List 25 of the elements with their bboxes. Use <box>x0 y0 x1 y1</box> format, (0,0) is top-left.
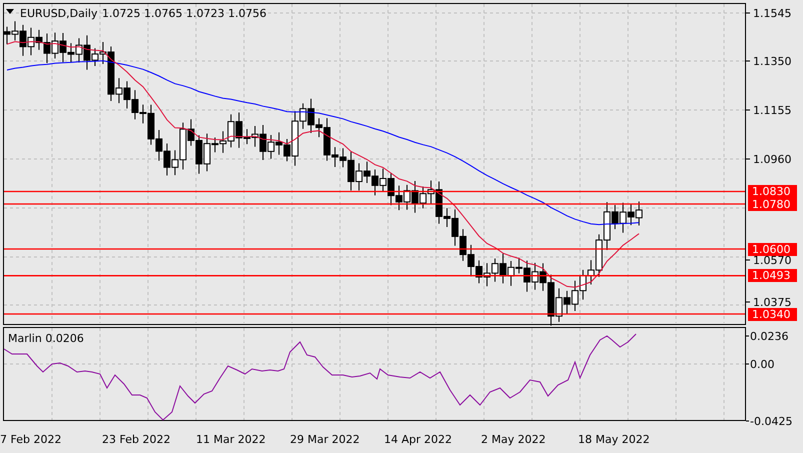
price-tick-label: 1.0570 <box>753 254 792 267</box>
price-tick-label: 1.1545 <box>753 7 792 20</box>
price-level-label: 1.0493 <box>748 269 797 282</box>
price-level-label: 1.0780 <box>748 198 797 211</box>
ohlc-values: 1.0725 1.0765 1.0723 1.0756 <box>102 7 266 20</box>
price-tick-label: 1.1155 <box>753 104 792 117</box>
price-tick-label: 1.0375 <box>753 296 792 309</box>
date-label: 18 May 2022 <box>578 433 650 446</box>
price-level-label: 1.0340 <box>748 308 797 321</box>
price-tick-label: 1.0960 <box>753 153 792 166</box>
date-label: 7 Feb 2022 <box>0 433 62 446</box>
date-label: 23 Feb 2022 <box>102 433 170 446</box>
date-label: 11 Mar 2022 <box>196 433 266 446</box>
price-level-label: 1.0600 <box>748 243 797 256</box>
indicator-tick-label: 0.0236 <box>750 330 788 343</box>
date-label: 29 Mar 2022 <box>290 433 360 446</box>
caret-icon[interactable] <box>6 9 14 14</box>
indicator-label: Marlin 0.0206 <box>8 332 84 345</box>
indicator-tick-label: -0.0425 <box>750 415 792 428</box>
price-tick-label: 1.1350 <box>753 55 792 68</box>
date-label: 14 Apr 2022 <box>384 433 452 446</box>
price-level-label: 1.0830 <box>748 185 797 198</box>
indicator-tick-label: 0.00 <box>750 358 774 371</box>
date-label: 2 May 2022 <box>481 433 546 446</box>
symbol-title: EURUSD,Daily <box>20 7 98 20</box>
